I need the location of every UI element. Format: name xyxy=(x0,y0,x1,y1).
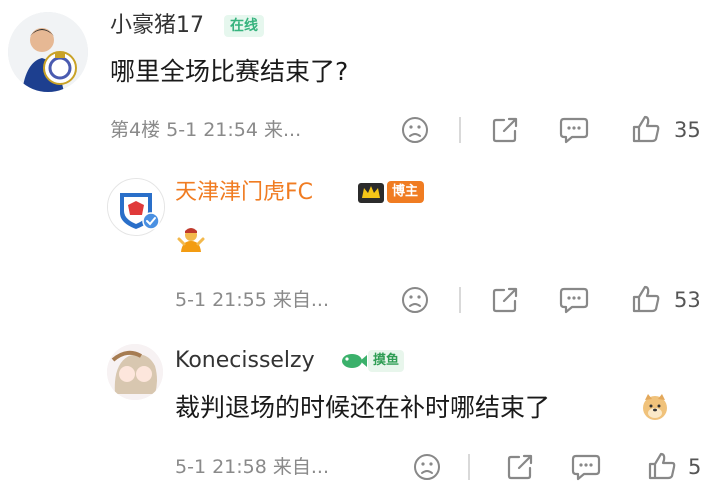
like-count: 35 xyxy=(674,118,701,142)
doge-emoji xyxy=(640,392,670,426)
thumbs-up-icon[interactable] xyxy=(630,283,662,315)
username[interactable]: Konecisselzy xyxy=(175,348,315,374)
share-icon[interactable] xyxy=(505,452,535,482)
dislike-face-icon[interactable] xyxy=(412,452,442,482)
dislike-face-icon[interactable] xyxy=(400,285,430,315)
verified-badge-icon xyxy=(142,212,160,230)
comment-meta: 第4楼 5-1 21:54 来... xyxy=(110,119,302,141)
like-count: 5 xyxy=(688,455,702,479)
fish-icon xyxy=(338,350,368,376)
fish-badge: 摸鱼 xyxy=(368,350,405,372)
comment-meta: 5-1 21:55 来自... xyxy=(175,289,329,311)
comment-icon[interactable] xyxy=(558,285,590,315)
avatar[interactable] xyxy=(8,12,88,92)
dislike-face-icon[interactable] xyxy=(400,115,430,145)
online-badge: 在线 xyxy=(224,15,264,37)
host-badge: 博主 xyxy=(387,181,425,203)
comment-icon[interactable] xyxy=(558,115,590,145)
avatar[interactable] xyxy=(107,344,163,400)
thumbs-up-icon[interactable] xyxy=(646,450,678,482)
comment-icon[interactable] xyxy=(570,452,602,482)
like-count: 53 xyxy=(674,288,701,312)
comment-text: 哪里全场比赛结束了? xyxy=(110,57,349,86)
thumbs-up-icon[interactable] xyxy=(630,113,662,145)
username[interactable]: 小豪猪17 xyxy=(110,13,204,39)
crown-icon xyxy=(356,179,386,209)
comment-text: 裁判退场的时候还在补时哪结束了 xyxy=(175,393,551,422)
username[interactable]: 天津津门虎FC xyxy=(175,180,313,206)
divider xyxy=(459,287,461,313)
share-icon[interactable] xyxy=(490,285,520,315)
shrug-emoji xyxy=(176,224,206,260)
share-icon[interactable] xyxy=(490,115,520,145)
divider xyxy=(468,454,470,480)
divider xyxy=(459,117,461,143)
comment-meta: 5-1 21:58 来自... xyxy=(175,456,329,478)
